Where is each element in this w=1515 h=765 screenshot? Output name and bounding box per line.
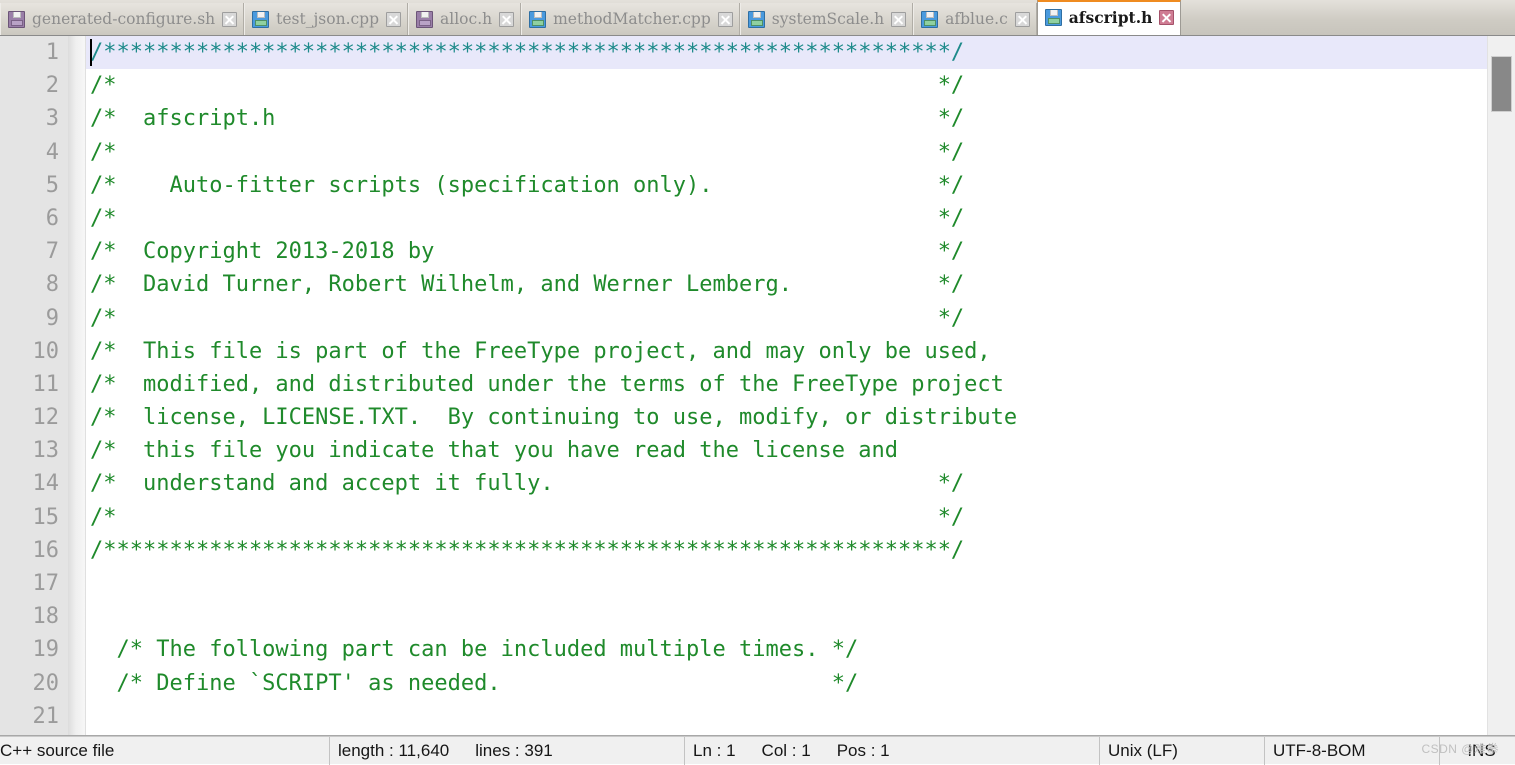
status-encoding[interactable]: UTF-8-BOM [1265,736,1440,765]
line-number: 6 [45,205,59,231]
line-number-gutter: 1 2 3 4 5 6 7 8 9 10 11 12 13 14 15 16 1… [0,36,68,735]
tab-label: methodMatcher.cpp [553,9,711,28]
tab-label: generated-configure.sh [32,9,216,28]
status-bar: C++ source file length : 11,640 lines : … [0,736,1515,765]
vertical-scrollbar[interactable] [1487,36,1515,735]
tab-label: test_json.cpp [276,9,380,28]
code-line[interactable] [86,600,1487,633]
code-line[interactable] [86,733,1487,735]
code-line[interactable]: /* */ [86,202,1487,235]
status-document-metrics: length : 11,640 lines : 391 [330,736,685,765]
code-editor[interactable]: 1 2 3 4 5 6 7 8 9 10 11 12 13 14 15 16 1… [0,36,1515,736]
floppy-disk-icon [529,10,547,28]
line-number: 1 [45,40,59,65]
code-line[interactable]: /* */ [86,136,1487,169]
code-line[interactable]: /* */ [86,501,1487,534]
tab-label: alloc.h [440,9,493,28]
close-icon[interactable] [386,11,402,27]
code-line[interactable]: /* Define `SCRIPT' as needed. */ [86,667,1487,700]
code-line[interactable]: /* Auto-fitter scripts (specification on… [86,169,1487,202]
code-line[interactable]: /***************************************… [86,36,1487,70]
floppy-disk-icon [921,10,939,28]
line-number: 22 [0,733,59,735]
close-icon[interactable] [222,11,238,27]
code-line[interactable]: /* */ [86,69,1487,102]
code-line[interactable]: /* David Turner, Robert Wilhelm, and Wer… [86,268,1487,301]
status-length: length : 11,640 [338,740,450,760]
status-pos: Pos : 1 [836,740,890,760]
close-icon[interactable] [891,11,907,27]
line-number: 9 [45,305,59,331]
line-number: 19 [32,637,60,663]
code-line[interactable]: /* this file you indicate that you have … [86,434,1487,467]
line-number: 3 [45,106,59,132]
code-line[interactable]: /* The following part can be included mu… [86,633,1487,666]
code-line[interactable]: /* modified, and distributed under the t… [86,368,1487,401]
tab-generated-configure-sh[interactable]: generated-configure.sh [0,3,245,35]
tab-afscript-h[interactable]: afscript.h [1036,0,1182,35]
floppy-disk-icon [252,10,270,28]
line-number: 15 [32,504,60,530]
status-lines: lines : 391 [475,740,553,760]
status-caret-position: Ln : 1 Col : 1 Pos : 1 [685,736,1100,765]
line-number: 4 [45,139,59,165]
line-number: 18 [32,604,60,630]
text-caret [90,39,92,66]
code-line[interactable]: /* afscript.h */ [86,102,1487,135]
tab-alloc-h[interactable]: alloc.h [408,3,522,35]
tab-systemscale-h[interactable]: systemScale.h [739,3,914,35]
status-file-type: C++ source file [0,736,330,765]
code-line[interactable] [86,700,1487,733]
line-number: 8 [45,272,59,298]
line-number: 16 [32,537,60,563]
tab-label: afscript.h [1068,8,1153,28]
code-line[interactable]: /* understand and accept it fully. */ [86,467,1487,500]
tab-label: systemScale.h [771,9,885,28]
line-number: 14 [32,471,60,497]
vertical-scrollbar-thumb[interactable] [1491,56,1512,112]
editor-tab-bar: generated-configure.sh test_json.cpp all… [0,0,1515,36]
tab-test-json-cpp[interactable]: test_json.cpp [244,3,409,35]
line-number: 11 [32,371,60,397]
close-icon[interactable] [1014,11,1030,27]
floppy-disk-icon [747,10,765,28]
line-number: 12 [32,405,60,431]
line-number: 20 [32,670,60,696]
line-number: 5 [45,172,59,198]
line-number: 13 [32,438,60,464]
close-icon[interactable] [499,11,515,27]
tab-label: afblue.c [945,9,1008,28]
close-icon[interactable] [1159,10,1175,25]
floppy-disk-icon [416,10,434,28]
status-insert-mode[interactable]: INS [1440,737,1515,765]
status-ln: Ln : 1 [693,740,736,760]
code-line[interactable]: /* */ [86,302,1487,335]
line-number: 21 [32,703,60,729]
tab-methodmatcher-cpp[interactable]: methodMatcher.cpp [521,3,740,35]
code-line[interactable]: /***************************************… [86,534,1487,567]
code-line[interactable] [86,567,1487,600]
notepadpp-window: generated-configure.sh test_json.cpp all… [0,0,1515,765]
floppy-disk-icon [8,10,25,28]
line-number: 2 [45,73,59,99]
line-number: 7 [45,239,59,265]
code-line[interactable]: /* license, LICENSE.TXT. By continuing t… [86,401,1487,434]
fold-margin[interactable] [68,36,86,735]
line-number: 17 [32,571,60,596]
floppy-disk-icon [1044,9,1062,26]
line-number: 10 [32,338,60,364]
code-text-area[interactable]: /***************************************… [86,36,1487,735]
status-line-ending[interactable]: Unix (LF) [1100,736,1265,765]
close-icon[interactable] [717,11,733,27]
code-line[interactable]: /* Copyright 2013-2018 by */ [86,235,1487,268]
tab-afblue-c[interactable]: afblue.c [913,3,1037,35]
code-line[interactable]: /* This file is part of the FreeType pro… [86,335,1487,368]
status-col: Col : 1 [761,740,811,760]
